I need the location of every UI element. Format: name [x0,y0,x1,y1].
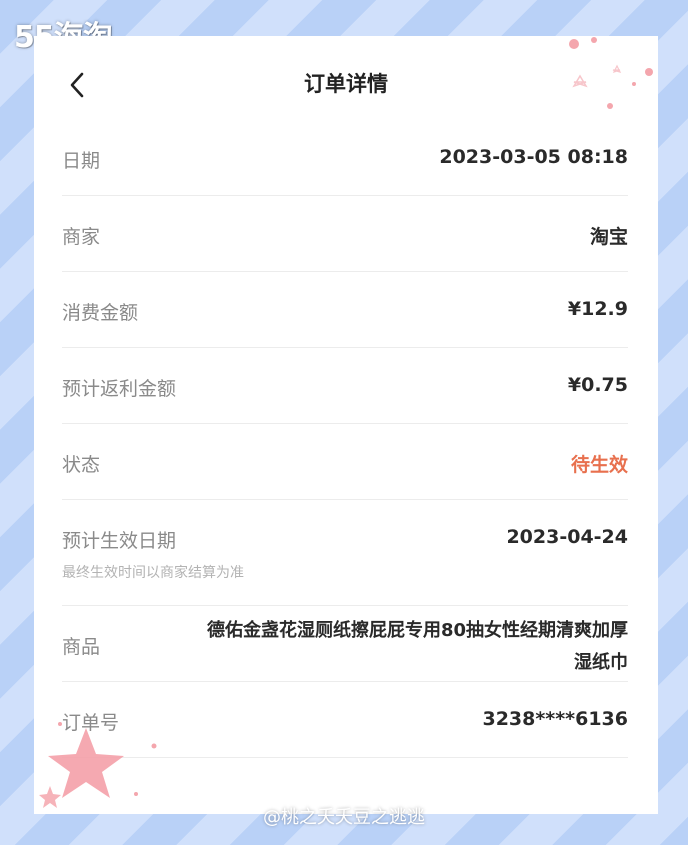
product-value-line2: 湿纸巾 [574,652,628,673]
effective-date-note: 最终生效时间以商家结算为准 [62,565,244,581]
product-value-line1: 德佑金盏花湿厕纸擦屁屁专用80抽女性经期清爽加厚 [206,620,628,641]
effective-date-label: 预计生效日期 [62,530,177,552]
date-label: 日期 [62,150,101,172]
merchant-label: 商家 [62,226,101,248]
row-date: 日期 2023-03-05 08:18 [62,120,628,196]
product-label: 商品 [62,636,101,658]
date-value: 2023-03-05 08:18 [439,146,628,168]
footer-watermark: @桃之夭夭豆之逃逃 [263,807,425,828]
status-value: 待生效 [570,454,628,476]
page-title: 订单详情 [304,72,388,96]
row-merchant: 商家 淘宝 [62,196,628,272]
row-rebate: 预计返利金额 ¥0.75 [62,348,628,424]
star-decoration-icon [39,722,157,808]
row-effective-date: 预计生效日期 2023-04-24 最终生效时间以商家结算为准 [62,500,628,606]
rebate-value: ¥0.75 [567,374,628,396]
rebate-label: 预计返利金额 [62,378,177,400]
row-amount: 消费金额 ¥12.9 [62,272,628,348]
header: 订单详情 [34,36,658,132]
order-no-value: 3238****6136 [482,708,628,730]
effective-date-value: 2023-04-24 [506,526,628,548]
row-status: 状态 待生效 [62,424,628,500]
merchant-value: 淘宝 [589,226,628,248]
amount-value: ¥12.9 [567,298,628,320]
order-detail-card: 订单详情 日期 2023-03-05 08:18 商家 淘宝 消费金额 ¥12.… [34,36,658,814]
row-product: 商品 德佑金盏花湿厕纸擦屁屁专用80抽女性经期清爽加厚 湿纸巾 [62,606,628,682]
amount-label: 消费金额 [62,302,139,324]
status-label: 状态 [62,454,101,476]
detail-list: 日期 2023-03-05 08:18 商家 淘宝 消费金额 ¥12.9 预计返… [62,120,628,758]
